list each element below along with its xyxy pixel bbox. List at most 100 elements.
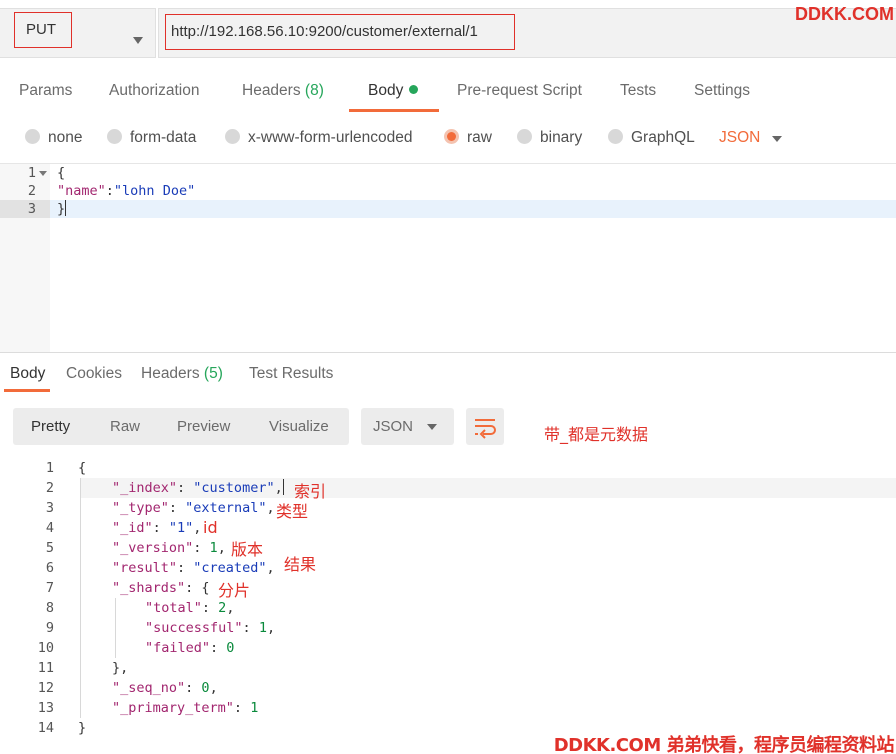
chevron-down-icon[interactable]: [772, 136, 782, 142]
json-value: "external": [185, 500, 267, 516]
json-key: "successful": [145, 620, 243, 636]
tab-params[interactable]: Params: [19, 82, 72, 100]
tab-headers[interactable]: Headers (8): [242, 82, 324, 100]
line-number: 1: [45, 460, 54, 476]
code-text: "_shards": {: [112, 580, 210, 596]
view-raw-button[interactable]: Raw: [110, 418, 140, 435]
body-language-select[interactable]: JSON: [719, 129, 760, 147]
tab-headers-label: Headers: [242, 82, 301, 99]
tab-tests[interactable]: Tests: [620, 82, 656, 100]
line-number: 9: [45, 620, 54, 636]
radio-dot-icon: [608, 129, 623, 144]
line-number: 4: [45, 520, 54, 536]
radio-graphql-label: GraphQL: [631, 129, 695, 146]
code-text: },: [112, 660, 129, 676]
radio-raw-label: raw: [467, 129, 492, 146]
json-value: 0: [226, 640, 235, 656]
json-key: "_shards": [112, 580, 186, 596]
radio-none-label: none: [48, 129, 83, 146]
response-divider[interactable]: [0, 352, 896, 353]
response-tabs: Body Cookies Headers (5) Test Results: [0, 356, 896, 392]
response-format-select[interactable]: JSON: [361, 408, 454, 445]
annotation-type: 类型: [276, 502, 309, 521]
annotation-result: 结果: [284, 555, 317, 574]
tab-settings[interactable]: Settings: [694, 82, 750, 100]
radio-graphql[interactable]: GraphQL: [608, 129, 695, 147]
json-key: "total": [145, 600, 202, 616]
code-line: 4 "_id": "1",: [0, 518, 896, 538]
view-visualize-button[interactable]: Visualize: [269, 418, 329, 435]
code-text: "_primary_term": 1: [112, 700, 259, 716]
radio-none[interactable]: none: [25, 129, 82, 147]
line-number: 7: [45, 580, 54, 596]
code-text: "_index": "customer",: [112, 479, 284, 496]
tab-authorization[interactable]: Authorization: [109, 82, 199, 100]
response-tab-headers[interactable]: Headers (5): [141, 365, 223, 383]
line-number: 3: [27, 201, 36, 217]
code-line: 9 "successful": 1,: [0, 618, 896, 638]
watermark-top: DDKK.COM: [795, 4, 894, 24]
request-body-editor[interactable]: 1 { 2 "name":"lohn Doe" 3 }: [0, 163, 896, 353]
json-value: 1: [209, 540, 218, 556]
response-body-viewer[interactable]: 1 { 2 "_index": "customer", 3 "_type": "…: [0, 458, 896, 748]
tab-body[interactable]: Body: [368, 82, 419, 100]
line-number: 8: [45, 600, 54, 616]
code-line: 1 {: [0, 458, 896, 478]
json-value: "created": [193, 560, 267, 576]
code-text: "result": "created",: [112, 560, 275, 576]
code-text: "total": 2,: [145, 600, 235, 616]
response-view-toggle: Pretty Raw Preview Visualize: [13, 408, 349, 445]
code-line: 1 {: [0, 164, 896, 182]
json-key: "result": [112, 560, 178, 576]
json-key: "_seq_no": [112, 680, 186, 696]
code-text: "_type": "external",: [112, 500, 275, 516]
response-format-label: JSON: [373, 418, 414, 435]
json-key: "_primary_term": [112, 700, 234, 716]
chevron-down-icon: [427, 424, 437, 430]
line-number: 6: [45, 560, 54, 576]
json-key: "_type": [112, 500, 169, 516]
json-value: "customer": [193, 480, 275, 496]
radio-binary-label: binary: [540, 129, 583, 146]
tab-prerequest-script[interactable]: Pre-request Script: [457, 82, 582, 100]
wrap-lines-button[interactable]: [466, 408, 504, 445]
json-key: "failed": [145, 640, 211, 656]
code-line: 5 "_version": 1,: [0, 538, 896, 558]
fold-arrow-icon[interactable]: [39, 171, 47, 176]
code-line: 12 "_seq_no": 0,: [0, 678, 896, 698]
radio-dot-icon: [25, 129, 40, 144]
code-line: 2 "name":"lohn Doe": [0, 182, 896, 200]
request-bar: PUT http://192.168.56.10:9200/customer/e…: [0, 0, 896, 66]
code-text: {: [57, 165, 66, 181]
code-line: 2 "_index": "customer",: [0, 478, 896, 498]
line-number: 13: [37, 700, 54, 716]
chevron-down-icon[interactable]: [133, 37, 143, 44]
response-tab-test-results[interactable]: Test Results: [249, 365, 333, 383]
line-number: 14: [37, 720, 54, 736]
url-input[interactable]: http://192.168.56.10:9200/customer/exter…: [165, 14, 515, 50]
code-text: }: [78, 720, 87, 736]
view-pretty-button[interactable]: Pretty: [31, 418, 70, 435]
method-value[interactable]: PUT: [14, 12, 72, 48]
body-type-options: none form-data x-www-form-urlencoded raw…: [0, 120, 896, 160]
response-tab-body[interactable]: Body: [10, 365, 45, 383]
radio-form-data[interactable]: form-data: [107, 129, 196, 147]
request-tabs: Params Authorization Headers (8) Body Pr…: [0, 72, 896, 112]
code-line: 7 "_shards": {: [0, 578, 896, 598]
text-cursor: [65, 200, 67, 216]
radio-binary[interactable]: binary: [517, 129, 582, 147]
code-text: "successful": 1,: [145, 620, 276, 636]
line-number: 3: [45, 500, 54, 516]
radio-urlencoded[interactable]: x-www-form-urlencoded: [225, 129, 413, 147]
json-value: 1: [250, 700, 259, 716]
radio-selected-icon: [444, 129, 459, 144]
line-number: 10: [37, 640, 54, 656]
radio-raw[interactable]: raw: [444, 129, 492, 147]
code-line: 13 "_primary_term": 1: [0, 698, 896, 718]
line-number: 2: [45, 480, 54, 496]
code-text: "failed": 0: [145, 640, 235, 656]
active-tab-indicator: [349, 109, 439, 112]
view-preview-button[interactable]: Preview: [177, 418, 230, 435]
response-tab-cookies[interactable]: Cookies: [66, 365, 122, 383]
code-line: 10 "failed": 0: [0, 638, 896, 658]
